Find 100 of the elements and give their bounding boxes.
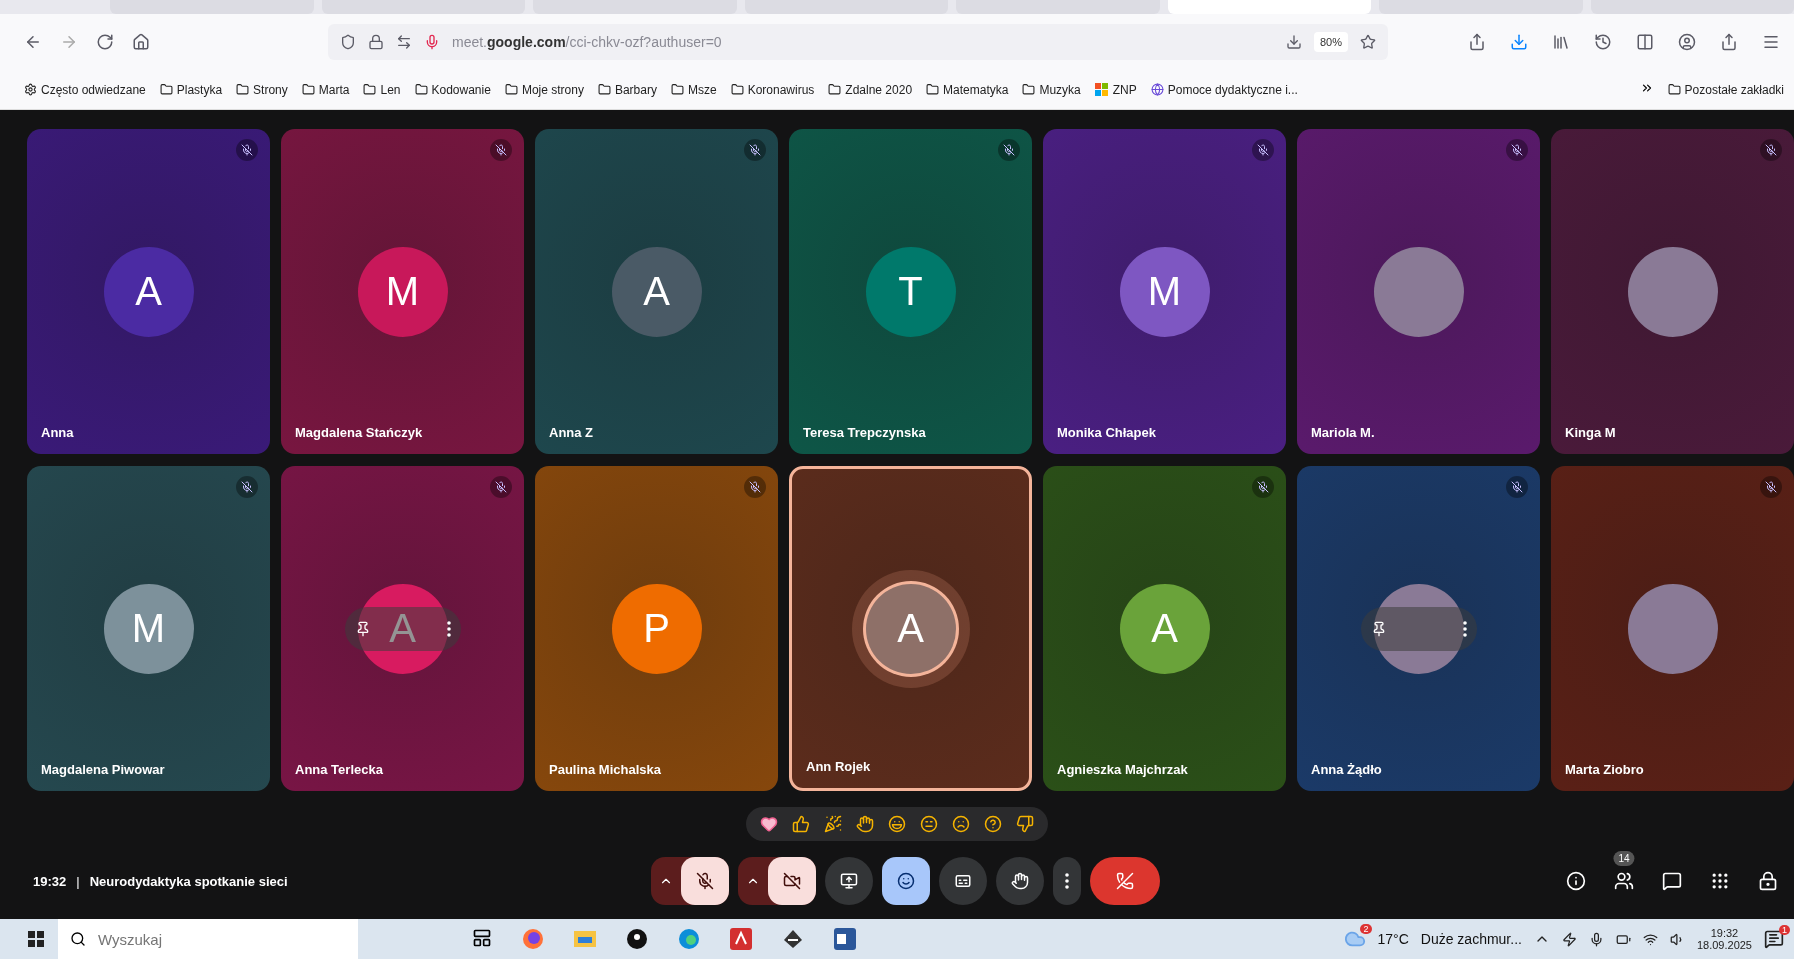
laughing-face-icon [888, 815, 906, 833]
camera-off-icon [783, 872, 801, 890]
folder-icon [926, 83, 940, 96]
bookmark[interactable]: Len [363, 82, 401, 97]
lock-icon [368, 34, 384, 50]
url-text: meet.google.com/cci-chkv-ozf?authuser=0 [452, 34, 723, 50]
browser-app-icon[interactable] [522, 928, 544, 950]
bookmark[interactable]: Koronawirus [730, 82, 815, 97]
apps-grid-icon [1710, 871, 1730, 891]
party-popper-icon [824, 815, 842, 833]
reload-icon [96, 33, 114, 51]
forward-icon [60, 33, 78, 51]
globe-icon [1150, 83, 1164, 96]
bookmark[interactable]: Pozostałe zakładki [1667, 82, 1784, 97]
mic-off-icon [1003, 144, 1015, 156]
raise-hand-button[interactable] [996, 857, 1044, 905]
avatar: A [865, 583, 956, 674]
avatar: M [1119, 246, 1210, 337]
word-app-icon[interactable] [834, 928, 856, 950]
bookmark[interactable]: Barbary [597, 82, 657, 97]
bookmark[interactable]: Strony [236, 82, 288, 97]
folder-icon [504, 83, 518, 96]
info-icon [1566, 871, 1586, 891]
sidebar-icon [1636, 33, 1654, 51]
activities-button[interactable] [1710, 871, 1730, 891]
leave-call-button[interactable] [1090, 857, 1160, 905]
participant-name: Mariola M. [1311, 425, 1375, 440]
back-icon [24, 33, 42, 51]
participant-name: Anna [41, 425, 74, 440]
pdf-app-icon[interactable] [730, 928, 752, 950]
bookmark[interactable]: Plastyka [159, 82, 223, 97]
folder-icon [159, 83, 173, 96]
tray-icon [1561, 931, 1577, 947]
mic-off-icon [749, 481, 761, 493]
mic-off-icon [696, 872, 714, 890]
bookmark[interactable]: Msze [670, 82, 717, 97]
microphone-button[interactable] [681, 857, 729, 905]
avatar: A [357, 583, 448, 674]
info-button[interactable] [1566, 871, 1586, 891]
thumbs-up-icon [792, 815, 810, 833]
weather-badge: 2 [1360, 924, 1372, 934]
bookmark[interactable]: Marta [301, 82, 350, 97]
more-icon [446, 620, 451, 637]
home-icon [132, 33, 150, 51]
bookmark[interactable]: Kodowanie [414, 82, 491, 97]
zoom-level[interactable]: 80% [1313, 32, 1348, 52]
participant-name: Paulina Michalska [549, 762, 661, 777]
host-controls-button[interactable] [1758, 871, 1778, 891]
bookmark[interactable]: Muzyka [1022, 82, 1081, 97]
avatar: A [611, 246, 702, 337]
task-view-icon [472, 928, 492, 948]
avatar: A [103, 246, 194, 337]
gear-icon [24, 83, 37, 96]
map-pin-app-icon[interactable] [626, 928, 648, 950]
participant-name: Anna Żądło [1311, 762, 1382, 777]
bookmark[interactable]: Często odwiedzane [24, 82, 146, 97]
participant-name: Ann Rojek [806, 759, 871, 774]
avatar: A [1119, 583, 1210, 674]
temperature: 17°C [1377, 931, 1409, 947]
hang-up-icon [1116, 872, 1134, 890]
reactions-button[interactable] [882, 857, 930, 905]
more-options-button[interactable] [1053, 857, 1081, 905]
participant-name: Teresa Trepczynska [803, 425, 926, 440]
folder-icon [1667, 83, 1681, 96]
folder-app-icon[interactable] [574, 928, 596, 948]
bookmark[interactable]: ZNP [1094, 82, 1137, 97]
bookmark[interactable]: Matematyka [926, 82, 1009, 97]
page-action-icon [1285, 34, 1302, 50]
mic-off-icon [1257, 481, 1269, 493]
bookmark[interactable]: Pomoce dydaktyczne i... [1150, 82, 1298, 97]
search-icon [70, 931, 86, 947]
present-button[interactable] [825, 857, 873, 905]
taskbar-search-field[interactable]: Wyszukaj [58, 919, 358, 959]
captions-button[interactable] [939, 857, 987, 905]
folder-icon [730, 83, 744, 96]
windows-start-icon[interactable] [28, 931, 44, 947]
bookmark[interactable]: Moje strony [504, 82, 584, 97]
mic-off-icon [749, 144, 761, 156]
participant-name: Kinga M [1565, 425, 1616, 440]
avatar: P [611, 583, 702, 674]
address-bar[interactable]: meet.google.com/cci-chkv-ozf?authuser=0 80% [328, 24, 1388, 60]
download-icon [1510, 33, 1528, 51]
clock-time: 19:32 [1710, 927, 1739, 939]
camera-button[interactable] [768, 857, 816, 905]
bookmark[interactable]: Zdalne 2020 [828, 82, 913, 97]
notification-count: 1 [1779, 925, 1790, 935]
folder-icon [414, 83, 428, 96]
participant-name: Agnieszka Majchrzak [1057, 762, 1188, 777]
history-icon [1594, 33, 1612, 51]
mic-off-icon [1765, 144, 1777, 156]
participant-name: Magdalena Stańczyk [295, 425, 423, 440]
notifications-icon [1764, 929, 1784, 949]
participant-name: Marta Ziobro [1565, 762, 1644, 777]
folder-icon [670, 83, 684, 96]
captions-icon [954, 872, 972, 890]
microphone-icon [1588, 931, 1604, 947]
account-icon [1678, 33, 1696, 51]
avatar: M [357, 246, 448, 337]
chat-button[interactable] [1662, 871, 1682, 891]
mic-off-icon [1511, 144, 1523, 156]
